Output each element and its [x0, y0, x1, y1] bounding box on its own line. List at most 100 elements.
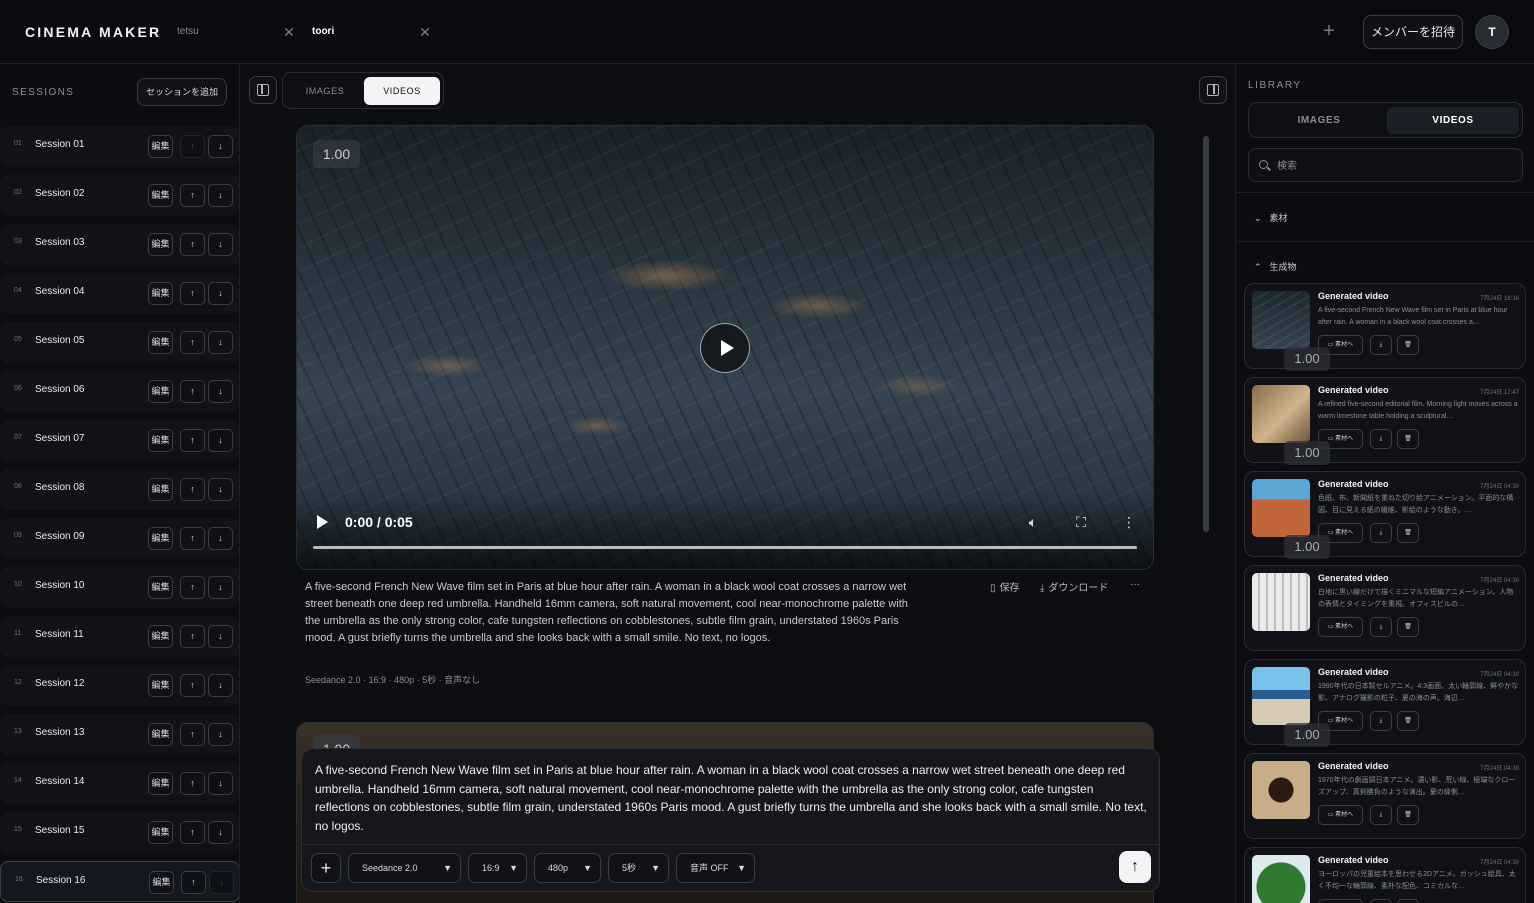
library-item[interactable]: Generated video 7月24日 18:16 A five-second …	[1244, 283, 1526, 371]
move-up-button[interactable]: ↑	[180, 821, 205, 844]
session-item[interactable]: 08 Session 08 編集 ↑ ↓	[0, 469, 239, 510]
edit-button[interactable]: 編集	[148, 527, 173, 550]
close-icon[interactable]: ✕	[418, 24, 432, 40]
edit-button[interactable]: 編集	[148, 135, 173, 158]
library-item[interactable]: Generated video 7月24日 04:30 1990年代の日本製セルアニ…	[1244, 659, 1526, 747]
play-button[interactable]	[700, 323, 750, 373]
download-icon[interactable]: ⤓	[1370, 617, 1392, 637]
move-up-button[interactable]: ↑	[180, 527, 205, 550]
session-item[interactable]: 13 Session 13 編集 ↑ ↓	[0, 714, 239, 755]
avatar[interactable]: T	[1475, 15, 1509, 49]
move-up-button[interactable]: ↑	[180, 674, 205, 697]
download-icon[interactable]: ⤓	[1370, 335, 1392, 355]
session-item[interactable]: 14 Session 14 編集 ↑ ↓	[0, 763, 239, 804]
tab-images[interactable]: IMAGES	[287, 77, 363, 105]
fullscreen-icon[interactable]: ⛶	[1071, 512, 1091, 532]
video-thumbnail[interactable]	[1252, 385, 1310, 443]
session-item[interactable]: 04 Session 04 編集 ↑ ↓	[0, 273, 239, 314]
edit-button[interactable]: 編集	[148, 184, 173, 207]
edit-button[interactable]: 編集	[148, 723, 173, 746]
session-item[interactable]: 05 Session 05 編集 ↑ ↓	[0, 322, 239, 363]
edit-button[interactable]: 編集	[148, 478, 173, 501]
add-attachment-button[interactable]: +	[311, 853, 341, 883]
move-down-button[interactable]: ↓	[208, 233, 233, 256]
trash-icon[interactable]: 🗑︎	[1397, 617, 1419, 637]
download-icon[interactable]: ⤓	[1370, 711, 1392, 731]
edit-button[interactable]: 編集	[148, 380, 173, 403]
move-up-button[interactable]: ↑	[180, 331, 205, 354]
move-up-button[interactable]: ↑	[181, 871, 206, 894]
edit-button[interactable]: 編集	[148, 625, 173, 648]
library-item[interactable]: Generated video 7月24日 17:47 A refined five…	[1244, 377, 1526, 465]
trash-icon[interactable]: 🗑︎	[1397, 429, 1419, 449]
prompt-input[interactable]: A five-second French New Wave film set i…	[315, 761, 1150, 835]
edit-button[interactable]: 編集	[148, 282, 173, 305]
close-icon[interactable]: ✕	[282, 24, 296, 40]
video-thumbnail[interactable]	[1252, 667, 1310, 725]
move-down-button[interactable]: ↓	[208, 331, 233, 354]
section-generated[interactable]: ⌃ 生成物	[1254, 260, 1297, 273]
new-tab-plus-icon[interactable]: +	[1320, 20, 1338, 42]
trash-icon[interactable]: 🗑︎	[1397, 523, 1419, 543]
library-item[interactable]: Generated video 7月24日 04:30 白地に黒い線だけで描くミニマ…	[1244, 565, 1526, 651]
move-up-button[interactable]: ↑	[180, 723, 205, 746]
edit-button[interactable]: 編集	[148, 576, 173, 599]
move-down-button[interactable]: ↓	[208, 478, 233, 501]
video-thumbnail[interactable]	[1252, 761, 1310, 819]
session-item[interactable]: 03 Session 03 編集 ↑ ↓	[0, 224, 239, 265]
move-down-button[interactable]: ↓	[208, 429, 233, 452]
progress-track[interactable]	[313, 546, 1137, 549]
download-icon[interactable]: ⤓	[1370, 899, 1392, 903]
library-item[interactable]: Generated video 7月24日 04:30 1970年代の劇画調日本アニ…	[1244, 753, 1526, 839]
video-thumbnail[interactable]	[1252, 573, 1310, 631]
move-down-button[interactable]: ↓	[208, 625, 233, 648]
edit-button[interactable]: 編集	[148, 331, 173, 354]
more-icon[interactable]: ···	[1130, 579, 1140, 590]
library-tab-videos[interactable]: VIDEOS	[1387, 107, 1519, 134]
move-up-button[interactable]: ↑	[180, 429, 205, 452]
move-down-button[interactable]: ↓	[208, 282, 233, 305]
invite-member-button[interactable]: メンバーを招待	[1363, 15, 1463, 49]
session-item[interactable]: 02 Session 02 編集 ↑ ↓	[0, 175, 239, 216]
model-select[interactable]: Seedance 2.0 ▼	[348, 853, 461, 883]
volume-icon[interactable]: 🔈︎	[1023, 512, 1043, 532]
edit-button[interactable]: 編集	[148, 233, 173, 256]
move-down-button[interactable]: ↓	[208, 821, 233, 844]
move-up-button[interactable]: ↑	[180, 576, 205, 599]
trash-icon[interactable]: 🗑︎	[1397, 335, 1419, 355]
ratio-select[interactable]: 16:9 ▼	[468, 853, 527, 883]
tab-videos[interactable]: VIDEOS	[364, 77, 440, 105]
resolution-select[interactable]: 480p ▼	[534, 853, 601, 883]
move-up-button[interactable]: ↑	[180, 478, 205, 501]
move-down-button[interactable]: ↓	[208, 772, 233, 795]
move-up-button[interactable]: ↑	[180, 625, 205, 648]
move-up-button[interactable]: ↑	[180, 135, 205, 158]
toggle-left-sidebar-button[interactable]	[249, 76, 277, 104]
search-input[interactable]	[1277, 157, 1507, 175]
video-thumbnail[interactable]	[1252, 479, 1310, 537]
move-up-button[interactable]: ↑	[180, 282, 205, 305]
play-icon[interactable]	[317, 515, 328, 529]
toggle-right-sidebar-button[interactable]	[1199, 76, 1227, 104]
video-player[interactable]: 1.00 0:00 / 0:05 🔈︎ ⛶ ⋮	[296, 125, 1154, 570]
send-button[interactable]: ↑	[1119, 851, 1151, 883]
to-material-button[interactable]: ▭ 素材へ	[1318, 899, 1363, 903]
move-down-button[interactable]: ↓	[208, 576, 233, 599]
video-thumbnail[interactable]	[1252, 855, 1310, 903]
move-down-button[interactable]: ↓	[209, 871, 234, 894]
library-tab-images[interactable]: IMAGES	[1253, 107, 1385, 134]
move-down-button[interactable]: ↓	[208, 135, 233, 158]
edit-button[interactable]: 編集	[148, 821, 173, 844]
video-thumbnail[interactable]	[1252, 291, 1310, 349]
move-down-button[interactable]: ↓	[208, 380, 233, 403]
session-item[interactable]: 10 Session 10 編集 ↑ ↓	[0, 567, 239, 608]
scroll-thumb[interactable]	[1203, 136, 1209, 532]
add-session-button[interactable]: セッションを追加	[137, 78, 227, 106]
session-item[interactable]: 11 Session 11 編集 ↑ ↓	[0, 616, 239, 657]
move-up-button[interactable]: ↑	[180, 772, 205, 795]
trash-icon[interactable]: 🗑︎	[1397, 805, 1419, 825]
session-item[interactable]: 01 Session 01 編集 ↑ ↓	[0, 126, 239, 167]
trash-icon[interactable]: 🗑︎	[1397, 711, 1419, 731]
session-item[interactable]: 12 Session 12 編集 ↑ ↓	[0, 665, 239, 706]
move-up-button[interactable]: ↑	[180, 184, 205, 207]
